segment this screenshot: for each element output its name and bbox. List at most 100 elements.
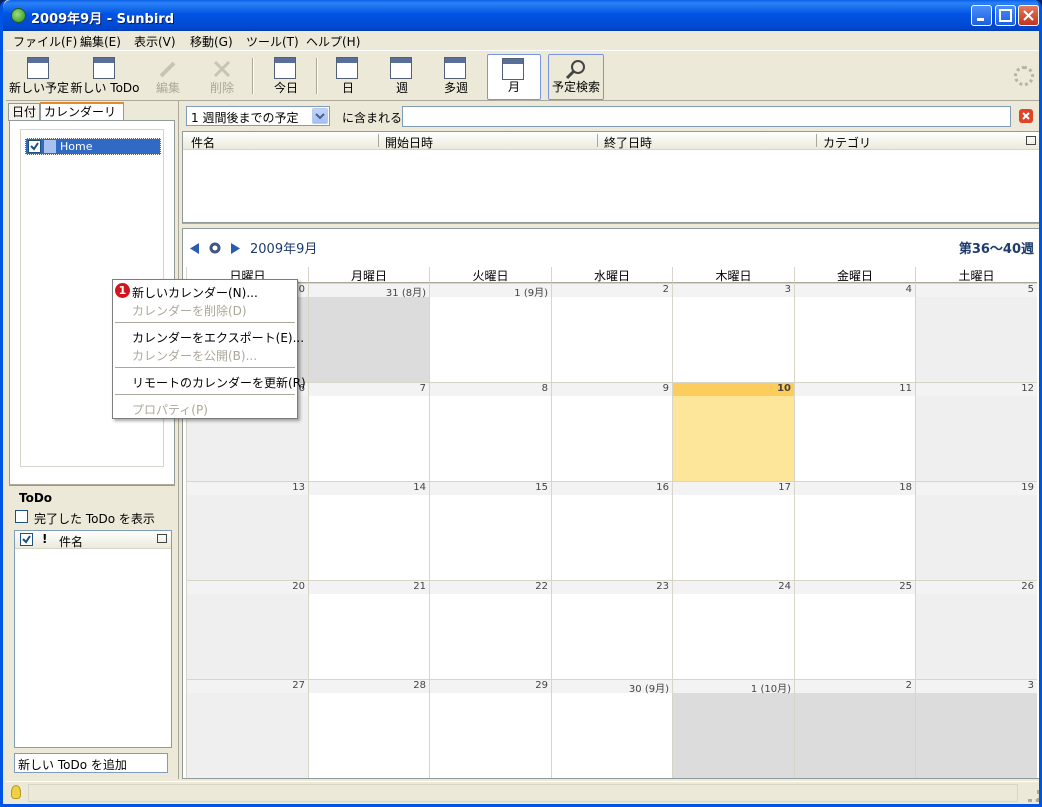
day-cell[interactable]: 31 (8月) bbox=[308, 283, 429, 382]
day-cell[interactable]: 28 bbox=[308, 679, 429, 778]
checkmark-icon bbox=[22, 535, 31, 544]
week-view-button[interactable]: 週 bbox=[380, 54, 424, 100]
day-cell[interactable]: 16 bbox=[551, 481, 672, 580]
weekday-header: 火曜日 bbox=[429, 267, 551, 283]
menu-go[interactable]: 移動(G) bbox=[187, 33, 236, 50]
calendar-checkbox[interactable] bbox=[28, 140, 41, 153]
menu-publish-calendar[interactable]: カレンダーを公開(B)... bbox=[132, 347, 257, 364]
menu-edit[interactable]: 編集(E) bbox=[77, 33, 124, 50]
resize-grip[interactable] bbox=[1028, 790, 1039, 802]
day-cell[interactable]: 5 bbox=[915, 283, 1037, 382]
day-cell[interactable]: 10 bbox=[672, 382, 794, 481]
day-number: 4 bbox=[795, 284, 915, 297]
day-cell[interactable]: 3 bbox=[915, 679, 1037, 778]
col-category[interactable]: カテゴリ bbox=[823, 134, 871, 151]
prev-month-icon[interactable] bbox=[190, 243, 200, 254]
menu-tools[interactable]: ツール(T) bbox=[243, 33, 302, 50]
next-month-icon[interactable] bbox=[231, 243, 241, 254]
column-picker-icon[interactable] bbox=[1026, 136, 1036, 145]
menu-view[interactable]: 表示(V) bbox=[131, 33, 179, 50]
day-cell[interactable]: 2 bbox=[794, 679, 915, 778]
today-nav-icon[interactable] bbox=[209, 242, 221, 254]
menu-export-calendar[interactable]: カレンダーをエクスポート(E)... bbox=[132, 329, 304, 346]
menu-delete-calendar[interactable]: カレンダーを削除(D) bbox=[132, 302, 247, 319]
tab-date[interactable]: 日付 bbox=[8, 103, 40, 121]
day-cell[interactable]: 20 bbox=[186, 580, 308, 679]
month-view-button[interactable]: 月 bbox=[487, 54, 541, 100]
maximize-button[interactable] bbox=[995, 5, 1016, 26]
minimize-button[interactable] bbox=[971, 5, 992, 26]
menu-file[interactable]: ファイル(F) bbox=[10, 33, 80, 50]
col-end[interactable]: 終了日時 bbox=[604, 134, 652, 151]
find-events-button[interactable]: 予定検索 bbox=[548, 54, 604, 100]
new-event-label: 新しい予定 bbox=[8, 81, 69, 95]
day-cell[interactable]: 24 bbox=[672, 580, 794, 679]
day-number: 11 bbox=[795, 383, 915, 396]
day-cell[interactable]: 29 bbox=[429, 679, 551, 778]
today-button[interactable]: 今日 bbox=[264, 54, 308, 100]
day-number: 5 bbox=[916, 284, 1037, 297]
day-cell[interactable]: 11 bbox=[794, 382, 915, 481]
title-bar[interactable]: 2009年9月 - Sunbird bbox=[3, 0, 1039, 31]
day-cell[interactable]: 7 bbox=[308, 382, 429, 481]
new-todo-input[interactable]: 新しい ToDo を追加 bbox=[14, 753, 168, 773]
day-cell[interactable]: 1 (10月) bbox=[672, 679, 794, 778]
weekday-header: 金曜日 bbox=[794, 267, 915, 283]
clear-search-icon[interactable] bbox=[1019, 109, 1033, 123]
day-cell[interactable]: 3 bbox=[672, 283, 794, 382]
day-cell[interactable]: 12 bbox=[915, 382, 1037, 481]
todo-complete-column[interactable] bbox=[20, 533, 33, 546]
close-button[interactable] bbox=[1018, 5, 1039, 26]
day-cell[interactable]: 2 bbox=[551, 283, 672, 382]
day-cell[interactable]: 25 bbox=[794, 580, 915, 679]
day-view-button[interactable]: 日 bbox=[326, 54, 370, 100]
day-cell[interactable]: 27 bbox=[186, 679, 308, 778]
window-title: 2009年9月 - Sunbird bbox=[31, 12, 175, 27]
day-cell[interactable]: 9 bbox=[551, 382, 672, 481]
menu-properties[interactable]: プロパティ(P) bbox=[132, 401, 208, 418]
menu-help[interactable]: ヘルプ(H) bbox=[303, 33, 363, 50]
day-cell[interactable]: 21 bbox=[308, 580, 429, 679]
menu-reload-remote[interactable]: リモートのカレンダーを更新(R) bbox=[132, 374, 306, 391]
day-cell[interactable]: 17 bbox=[672, 481, 794, 580]
day-cell[interactable]: 1 (9月) bbox=[429, 283, 551, 382]
day-number: 1 (9月) bbox=[430, 284, 551, 299]
week-view-label: 週 bbox=[395, 81, 408, 95]
new-todo-icon bbox=[93, 57, 117, 81]
day-cell[interactable]: 22 bbox=[429, 580, 551, 679]
todo-list: ! 件名 bbox=[14, 530, 172, 748]
day-cell[interactable]: 23 bbox=[551, 580, 672, 679]
day-number: 16 bbox=[552, 482, 672, 495]
delete-button[interactable]: 削除 bbox=[200, 54, 244, 100]
day-cell[interactable]: 4 bbox=[794, 283, 915, 382]
show-completed-checkbox[interactable] bbox=[15, 510, 28, 523]
day-cell[interactable]: 30 (9月) bbox=[551, 679, 672, 778]
todo-splitter[interactable] bbox=[9, 484, 175, 490]
new-event-button[interactable]: 新しい予定 bbox=[8, 54, 70, 100]
day-number: 2 bbox=[552, 284, 672, 297]
day-cell[interactable]: 15 bbox=[429, 481, 551, 580]
weekday-header: 月曜日 bbox=[308, 267, 429, 283]
day-cell[interactable]: 8 bbox=[429, 382, 551, 481]
day-cell[interactable]: 26 bbox=[915, 580, 1037, 679]
dropdown-arrow-icon[interactable] bbox=[312, 108, 328, 124]
day-cell[interactable]: 19 bbox=[915, 481, 1037, 580]
multiweek-view-button[interactable]: 多週 bbox=[434, 54, 478, 100]
new-todo-button[interactable]: 新しい ToDo bbox=[70, 54, 140, 100]
col-title[interactable]: 件名 bbox=[191, 134, 215, 151]
day-cell[interactable]: 13 bbox=[186, 481, 308, 580]
todo-col-title[interactable]: 件名 bbox=[59, 533, 83, 550]
calendar-item-home[interactable]: Home bbox=[25, 138, 161, 155]
day-number: 24 bbox=[673, 581, 794, 594]
tab-calendar-list[interactable]: カレンダーリスト bbox=[40, 102, 124, 135]
edit-button[interactable]: 編集 bbox=[146, 54, 190, 100]
event-filter-select[interactable]: 1 週間後までの予定 bbox=[186, 106, 330, 126]
day-cell[interactable]: 18 bbox=[794, 481, 915, 580]
month-view: 2009年9月 第36〜40週 日曜日 月曜日 火曜日 水曜日 木曜日 金曜日 土曜日 30 3… bbox=[182, 228, 1039, 779]
day-cell[interactable]: 14 bbox=[308, 481, 429, 580]
column-picker-icon[interactable] bbox=[157, 534, 167, 543]
day-number: 23 bbox=[552, 581, 672, 594]
col-start[interactable]: 開始日時 bbox=[385, 134, 433, 151]
menu-new-calendar[interactable]: 新しいカレンダー(N)... bbox=[132, 284, 258, 301]
search-input[interactable] bbox=[402, 106, 1011, 127]
